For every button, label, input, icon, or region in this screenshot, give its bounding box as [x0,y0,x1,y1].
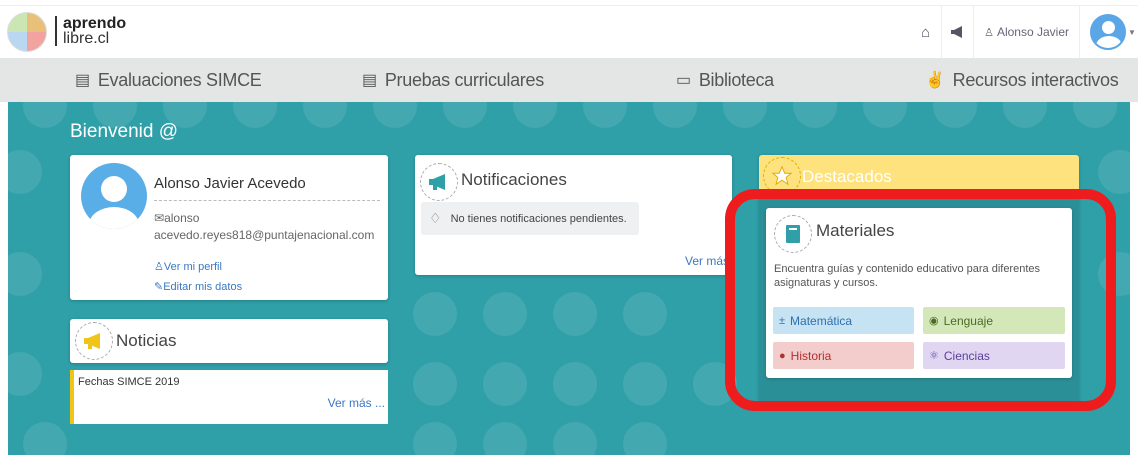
welcome-heading: Bienvenid @ [70,121,179,142]
avatar [81,163,147,229]
pattern-icon [23,102,67,128]
pattern-icon [513,102,557,128]
nav-pruebas-curriculares[interactable]: ▤ Pruebas curriculares [362,58,544,102]
pattern-icon [863,102,907,128]
news-item-title: Fechas SIMCE 2019 [78,376,180,388]
pattern-icon [1003,102,1047,128]
pattern-icon [653,102,697,128]
pattern-icon [443,102,487,128]
profile-email: ✉alonso acevedo.reyes818@puntajenacional… [154,210,374,244]
pattern-icon [553,422,597,455]
nav-label: Recursos interactivos [952,69,1119,90]
pattern-icon [623,362,667,406]
logo-line1: aprendo [63,15,127,32]
avatar [1090,14,1126,50]
megaphone-icon[interactable] [942,6,975,58]
main-nav: ▤ Evaluaciones SIMCE ▤ Pruebas curricula… [0,58,1138,102]
pattern-icon [553,362,597,406]
view-profile-link[interactable]: ♙Ver mi perfil [154,260,222,273]
news-title: Noticias [116,331,177,350]
view-profile-label: Ver mi perfil [163,261,222,273]
pattern-icon [483,292,527,336]
hand-peace-icon: ✌ [925,72,945,89]
email-line2: acevedo.reyes818@puntajenacional.com [154,228,375,242]
pattern-icon [623,422,667,455]
pattern-icon [483,362,527,406]
pattern-icon [933,102,977,128]
pattern-icon [583,102,627,128]
megaphone-icon [75,322,113,360]
pattern-icon [233,102,277,128]
nav-label: Pruebas curriculares [384,69,544,90]
pattern-icon [793,102,837,128]
profile-name: Alonso Javier Acevedo [154,175,380,201]
pattern-icon [413,422,457,455]
profile-card: Alonso Javier Acevedo ✉alonso acevedo.re… [70,155,388,300]
pattern-icon [1098,150,1130,194]
pattern-icon [8,150,42,194]
pattern-icon [373,102,417,128]
user-menu[interactable]: ♙ Alonso Javier [974,6,1080,58]
pattern-icon [8,352,42,396]
notifications-empty-message: ♢ No tienes notificaciones pendientes. [421,202,639,235]
header-actions: ⌂ ♙ Alonso Javier ▼ [910,6,1138,58]
pattern-icon [8,252,42,296]
nav-label: Evaluaciones SIMCE [97,69,262,90]
edit-data-label: Editar mis datos [163,281,243,293]
news-more-link[interactable]: Ver más ... [328,396,385,410]
chevron-down-icon: ▼ [1128,27,1136,37]
nav-label: Biblioteca [698,69,774,90]
pattern-icon [413,292,457,336]
user-icon: ♙ [154,261,164,273]
pattern-icon [303,102,347,128]
nav-biblioteca[interactable]: ▭ Biblioteca [676,58,774,102]
newspaper-icon: ▤ [75,72,90,89]
notifications-more-link[interactable]: Ver más [685,254,729,268]
pattern-icon [623,292,667,336]
megaphone-icon [420,163,458,201]
pattern-icon [413,362,457,406]
newspaper-icon: ▤ [362,72,377,89]
edit-icon: ✎ [154,281,164,293]
nav-recursos-interactivos[interactable]: ✌ Recursos interactivos [925,58,1119,102]
news-item[interactable]: Fechas SIMCE 2019 Ver más ... [70,370,388,424]
notifications-card: Notificaciones ♢ No tienes notificacione… [415,155,732,275]
nav-evaluaciones-simce[interactable]: ▤ Evaluaciones SIMCE [75,58,262,102]
featured-title: Destacados [802,167,892,186]
news-card: Noticias [70,319,388,363]
logo-text[interactable]: aprendo libre.cl [55,15,145,47]
top-bar: aprendo libre.cl ⌂ ♙ Alonso Javier ▼ [0,5,1138,58]
user-icon: ♙ [984,26,994,39]
pattern-icon [723,102,767,128]
user-name: Alonso Javier [996,25,1069,39]
logo-icon[interactable] [7,12,47,52]
bell-icon: ♢ [429,210,442,226]
book-open-icon: ▭ [676,72,691,89]
logo-line2: libre.cl [63,30,110,47]
pattern-icon [23,422,67,455]
notifications-empty-text: No tienes notificaciones pendientes. [450,212,627,225]
pattern-icon [483,422,527,455]
edit-data-link[interactable]: ✎Editar mis datos [154,280,242,293]
highlight-annotation [725,189,1116,411]
pattern-icon [553,292,597,336]
envelope-icon: ✉ [154,211,165,225]
pattern-icon [1073,102,1117,128]
home-icon[interactable]: ⌂ [910,6,943,58]
email-line1: alonso [164,211,200,225]
notifications-title: Notificaciones [461,170,567,189]
avatar-dropdown[interactable]: ▼ [1080,6,1138,58]
